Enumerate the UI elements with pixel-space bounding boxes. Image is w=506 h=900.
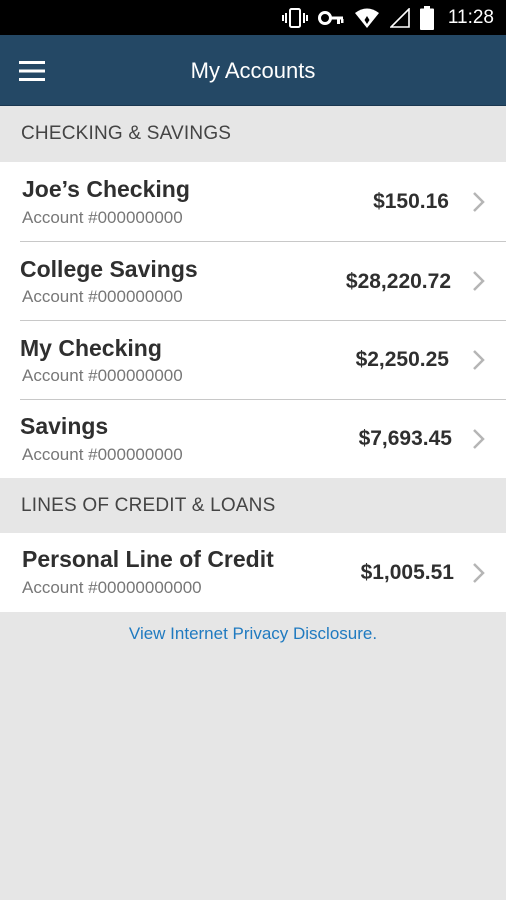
account-row-college-savings[interactable]: College Savings Account #000000000 $28,2… [0, 242, 506, 321]
wifi-icon [354, 7, 380, 29]
account-balance: $1,005.51 [360, 561, 454, 584]
account-balance: $2,250.25 [355, 348, 449, 371]
vibrate-icon [281, 7, 308, 29]
chevron-right-icon [473, 563, 485, 583]
account-name: College Savings [20, 256, 198, 282]
status-bar: 11:28 [0, 0, 506, 35]
account-number: Account #000000000 [22, 287, 183, 306]
account-name: Joe’s Checking [22, 176, 190, 202]
account-number: Account #000000000 [22, 366, 183, 385]
account-row-joes-checking[interactable]: Joe’s Checking Account #000000000 $150.1… [0, 162, 506, 242]
account-name: Personal Line of Credit [22, 546, 274, 572]
status-time: 11:28 [447, 6, 494, 28]
account-row-my-checking[interactable]: My Checking Account #000000000 $2,250.25 [0, 321, 506, 400]
chevron-right-icon [473, 271, 485, 291]
chevron-right-icon [473, 192, 485, 212]
account-row-savings[interactable]: Savings Account #000000000 $7,693.45 [0, 400, 506, 478]
account-balance: $7,693.45 [358, 427, 452, 450]
account-name: Savings [20, 413, 109, 439]
key-icon [317, 10, 344, 26]
account-number: Account #00000000000 [22, 578, 202, 597]
account-balance: $28,220.72 [345, 270, 451, 293]
battery-icon [419, 5, 434, 30]
account-balance: $150.16 [373, 190, 449, 213]
page-title: My Accounts [190, 58, 316, 83]
account-name: My Checking [20, 335, 162, 361]
section-header-lines-of-credit-loans: LINES OF CREDIT & LOANS [0, 478, 506, 533]
status-icons: 11:28 [281, 0, 506, 35]
app-bar: My Accounts [0, 35, 506, 106]
account-number: Account #000000000 [22, 208, 183, 227]
chevron-right-icon [473, 350, 485, 370]
hamburger-menu-icon[interactable] [18, 56, 48, 86]
account-row-personal-line-of-credit[interactable]: Personal Line of Credit Account #0000000… [0, 533, 506, 612]
section-header-checking-savings: CHECKING & SAVINGS [0, 106, 506, 162]
chevron-right-icon [473, 429, 485, 449]
account-number: Account #000000000 [22, 445, 183, 464]
privacy-disclosure-link[interactable]: View Internet Privacy Disclosure. [0, 624, 506, 644]
signal-icon [389, 7, 410, 28]
